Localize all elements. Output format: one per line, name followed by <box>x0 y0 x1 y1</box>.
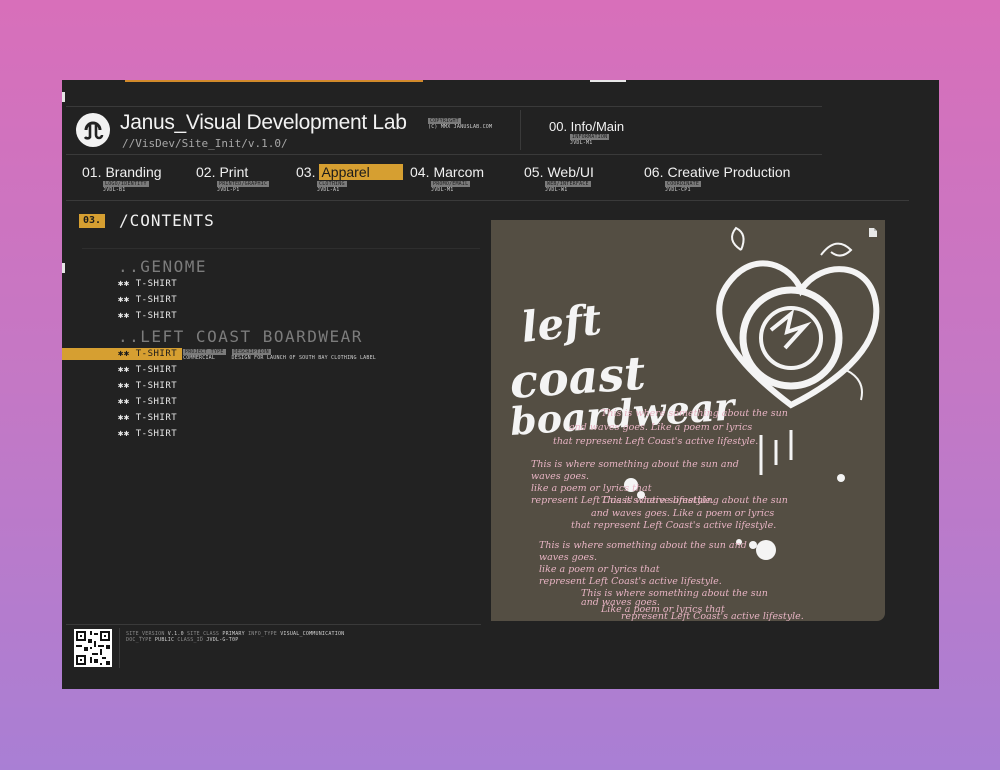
list-item-label: ✱✱ T-SHIRT <box>118 279 178 289</box>
script-text-block: This is where something about the sun an… <box>531 408 804 621</box>
script-line: like a poem or lyrics that <box>531 483 652 494</box>
list-item[interactable]: ✱✱ T-SHIRT <box>62 428 182 440</box>
section-number: 03. <box>79 214 105 228</box>
nav-item-branding[interactable]: 01. Branding LOGO/IDENTITY JVDL-B1 <box>82 164 162 193</box>
script-line: represent Left Coast's active lifestyle. <box>621 611 804 621</box>
nav-label-active: Apparel <box>319 164 404 180</box>
script-line: This is where something about the sun <box>601 408 788 419</box>
info-tags: INFORMATION JVDL-M1 <box>570 134 610 146</box>
list-item-label: ✱✱ T-SHIRT <box>118 397 178 407</box>
t-shirt-artwork: left coast boardwear This is where somet… <box>508 226 880 621</box>
list-item-label: ✱✱ T-SHIRT <box>118 349 178 359</box>
list-item[interactable]: ✱✱ T-SHIRT <box>62 412 182 424</box>
nav-label: Branding <box>105 164 162 180</box>
nav-item-print[interactable]: 02. Print PRINTED/GRAPHIC JVDL-P1 <box>196 164 270 193</box>
loading-bar-marker <box>590 80 626 82</box>
site-path: //VisDev/Site_Init/v.1.0/ <box>122 137 288 150</box>
list-item-label: ✱✱ T-SHIRT <box>118 413 178 423</box>
nav-item-web-ui[interactable]: 05. Web/UI WEB/INTERFACE JVDL-W1 <box>524 164 594 193</box>
nav-number: 03. <box>296 164 316 180</box>
list-item-selected[interactable]: ✱✱ T-SHIRT <box>62 348 182 360</box>
project-type: COMMERCIAL <box>183 355 216 361</box>
list-item-label: ✱✱ T-SHIRT <box>118 429 178 439</box>
list-item[interactable]: ✱✱ T-SHIRT <box>62 364 182 376</box>
list-item[interactable]: ✱✱ T-SHIRT <box>62 310 182 322</box>
nav-code: JVDL-A1 <box>317 187 340 193</box>
nav-code: JVDL-CP1 <box>665 187 691 193</box>
nav-item-creative-production[interactable]: 06. Creative Production COORDINATE JVDL-CP… <box>644 164 790 193</box>
info-code: JVDL-M1 <box>570 140 593 146</box>
nav-number: 05. <box>524 164 544 180</box>
doc-type: PUBLIC <box>154 637 175 643</box>
nav-item-marcom[interactable]: 04. Marcom PROMO/EMAIL JVDL-M1 <box>410 164 484 193</box>
nav-code: JVDL-W1 <box>545 187 568 193</box>
nav-code: JVDL-P1 <box>217 187 240 193</box>
class-id-label: CLASS_ID <box>177 637 204 643</box>
loading-bar <box>125 80 423 82</box>
list-item-label: ✱✱ T-SHIRT <box>118 295 178 305</box>
divider <box>66 624 481 625</box>
nav-label: Print <box>219 164 249 180</box>
class-id: JVDL-G-T0P <box>206 637 239 643</box>
janus-logo-icon[interactable] <box>76 113 110 147</box>
divider <box>66 154 822 155</box>
copyright-block: COPYRIGHT (C) MMX JANUSLAB.COM <box>428 118 492 130</box>
description: DESIGN FOR LAUNCH OF SOUTH BAY CLOTHING … <box>231 355 376 361</box>
group-title-genome[interactable]: ..GENOME <box>118 257 207 276</box>
script-line: waves goes. <box>531 471 589 482</box>
list-item-label: ✱✱ T-SHIRT <box>118 365 178 375</box>
list-item[interactable]: ✱✱ T-SHIRT <box>62 396 182 408</box>
art-title-left: left <box>519 295 604 352</box>
divider <box>82 248 480 249</box>
info-type-label: INFO_TYPE <box>248 631 277 637</box>
nav-label: Marcom <box>433 164 485 180</box>
script-line: like a poem or lyrics that <box>539 564 660 575</box>
list-item[interactable]: ✱✱ T-SHIRT <box>62 380 182 392</box>
nav-label: Creative Production <box>667 164 791 180</box>
list-item-label: ✱✱ T-SHIRT <box>118 381 178 391</box>
divider <box>66 106 822 107</box>
nav-number: 01. <box>82 164 102 180</box>
nav-code: JVDL-M1 <box>431 187 454 193</box>
copyright-text: (C) MMX JANUSLAB.COM <box>428 124 493 130</box>
selected-item-meta: PROJECT_TYPE COMMERCIAL DESCRIPTION DESI… <box>183 349 376 361</box>
group-title-left-coast[interactable]: ..LEFT COAST BOARDWEAR <box>118 327 363 346</box>
document-icon[interactable] <box>869 228 877 237</box>
footer-meta: SITE_VERSION V.1.0 SITE_CLASS PRIMARY IN… <box>126 631 344 643</box>
nav-item-info-main[interactable]: 00. Info/Main <box>549 119 624 134</box>
script-line: waves goes. <box>539 552 597 563</box>
side-tick <box>62 263 65 273</box>
script-line: represent Left Coast's active lifestyle. <box>539 576 722 587</box>
list-item[interactable]: ✱✱ T-SHIRT <box>62 278 182 290</box>
site-title[interactable]: Janus_Visual Development Lab <box>120 111 407 135</box>
section-title: /CONTENTS <box>119 211 215 230</box>
script-line: that represent Left Coast's active lifes… <box>571 520 776 531</box>
nav-number: 06. <box>644 164 664 180</box>
qr-code-icon[interactable] <box>74 629 112 667</box>
script-line: This is where something about the sun <box>601 495 788 506</box>
script-line: and waves goes. Like a poem or lyrics <box>569 422 752 433</box>
script-line: that represent Left Coast's active lifes… <box>553 436 758 447</box>
list-item[interactable]: ✱✱ T-SHIRT <box>62 294 182 306</box>
nav-number: 04. <box>410 164 430 180</box>
side-tick <box>62 92 65 102</box>
divider <box>119 628 120 668</box>
script-line: This is where something about the sun an… <box>539 540 747 551</box>
list-item-label: ✱✱ T-SHIRT <box>118 311 178 321</box>
nav-label: Web/UI <box>547 164 594 180</box>
script-line: and waves goes. Like a poem or lyrics <box>591 508 774 519</box>
script-line: This is where something about the sun an… <box>531 459 739 470</box>
divider <box>66 200 909 201</box>
doc-type-label: DOC_TYPE <box>126 637 152 643</box>
nav-code: JVDL-B1 <box>103 187 126 193</box>
nav-number: 02. <box>196 164 216 180</box>
artwork-preview[interactable]: left coast boardwear This is where somet… <box>491 220 885 621</box>
nav-item-apparel[interactable]: 03. Apparel CLOTHING JVDL-A1 <box>296 164 404 193</box>
divider <box>520 110 521 150</box>
site-window: Janus_Visual Development Lab //VisDev/Si… <box>62 80 939 689</box>
info-type: VISUAL_COMMUNICATION <box>280 631 345 637</box>
